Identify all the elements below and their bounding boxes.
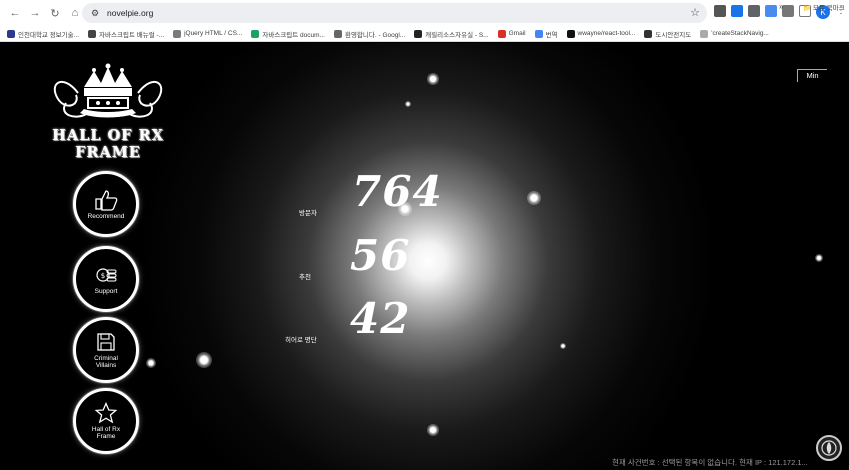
bookmark-favicon (644, 29, 653, 38)
logo-title: HALL OF RX FRAME (52, 127, 164, 161)
reload-icon[interactable]: ↻ (46, 4, 64, 22)
bookmark-favicon (497, 29, 506, 38)
nav-criminal-villains-button[interactable]: Criminal Villains (73, 317, 139, 383)
bookmarks-bar: 인천대학교 정보기술... 자바스크립트 배뉴럴 -... jQuery HTM… (0, 26, 849, 42)
status-line: 현재 사건번호 : 선택된 항목이 없습니다. 현재 IP : 121.172.… (612, 458, 808, 467)
sparkle (527, 191, 541, 205)
crown-icon (53, 63, 163, 118)
browser-window: ← → ↻ ⌂ ⚙ novelpie.org ☆ K ⋮ 인천대학교 정보기술.… (0, 0, 849, 470)
bookmark-favicon (534, 29, 543, 38)
hero-list-label: 히어로 명단 (285, 337, 317, 344)
sparkle (427, 424, 439, 436)
extension-icon[interactable] (714, 5, 726, 17)
extension-icon[interactable] (765, 5, 777, 17)
url-text[interactable]: novelpie.org (107, 8, 153, 18)
visitors-label: 방문자 (299, 210, 317, 217)
sparkle (815, 254, 823, 262)
all-bookmarks-folder[interactable]: 📁 모든 북마크 (803, 2, 845, 12)
bookmark-item[interactable]: 환영합니다. - Googl... (333, 29, 405, 39)
extension-icon[interactable] (748, 5, 760, 17)
extension-icon[interactable] (731, 5, 743, 17)
bookmark-favicon (7, 29, 15, 38)
recommend-label: 추천 (299, 274, 311, 281)
nav-hall-of-rx-frame-button[interactable]: Hall of Rx Frame (73, 388, 139, 454)
nav-label: Support (94, 287, 118, 295)
forward-icon[interactable]: → (26, 4, 44, 22)
hero-list-count: 42 (350, 294, 411, 343)
bookmark-favicon (700, 29, 709, 38)
nav-label: Hall of Rx Frame (91, 426, 121, 440)
page-content: HALL OF RX FRAME Min Recommend $ Support… (0, 43, 849, 470)
visitors-count: 764 (352, 167, 443, 216)
site-info-icon[interactable]: ⚙ (89, 7, 101, 19)
sparkle (560, 343, 566, 349)
bookmark-favicon (414, 29, 423, 38)
bookmark-item[interactable]: Gmail (497, 29, 526, 38)
bookmark-favicon (251, 29, 260, 38)
star-icon (93, 402, 119, 424)
browser-toolbar: ← → ↻ ⌂ ⚙ novelpie.org ☆ K ⋮ (0, 0, 849, 26)
bookmark-item[interactable]: wwayne/react-tool... (566, 29, 635, 38)
svg-text:$: $ (101, 272, 105, 280)
folder-icon: 📁 (803, 5, 812, 12)
bookmark-favicon (88, 29, 97, 38)
recommend-count: 56 (350, 231, 411, 280)
emblem-icon[interactable] (816, 435, 842, 461)
bookmark-star-icon[interactable]: ☆ (690, 6, 700, 19)
extensions-area (714, 5, 811, 17)
site-logo[interactable]: HALL OF RX FRAME (18, 63, 198, 161)
coins-icon: $ (93, 264, 119, 286)
bookmarks-overflow-icon[interactable]: » (779, 2, 783, 11)
floppy-disk-icon (93, 331, 119, 353)
back-icon[interactable]: ← (6, 4, 24, 22)
bookmark-favicon (566, 29, 575, 38)
bookmark-item[interactable]: 자바스크립트 배뉴럴 -... (88, 29, 164, 39)
extension-icon[interactable] (782, 5, 794, 17)
bookmark-favicon (333, 29, 342, 38)
sparkle (146, 358, 156, 368)
nav-label: Criminal Villains (94, 355, 118, 369)
bookmark-favicon (173, 29, 182, 38)
bookmark-item[interactable]: 'createStackNavig... (700, 29, 769, 38)
address-bar[interactable]: ⚙ novelpie.org ☆ (82, 3, 707, 23)
bookmark-item[interactable]: 캐릴리소스자유실 - S... (414, 29, 489, 39)
bookmark-item[interactable]: 자바스크립트 docum... (251, 29, 325, 39)
nav-recommend-button[interactable]: Recommend (73, 171, 139, 237)
thumbs-up-icon (93, 189, 119, 211)
bookmark-item[interactable]: 도시안전지도 (644, 29, 691, 39)
bookmark-item[interactable]: 번역 (534, 29, 558, 39)
sparkle (427, 73, 439, 85)
sparkle (196, 352, 212, 368)
bookmark-item[interactable]: jQuery HTML / CS... (173, 29, 242, 38)
minimize-button[interactable]: Min (797, 69, 827, 82)
nav-label: Recommend (87, 212, 125, 220)
sparkle (405, 101, 411, 107)
nav-support-button[interactable]: $ Support (73, 246, 139, 312)
bookmark-item[interactable]: 인천대학교 정보기술... (7, 29, 79, 39)
